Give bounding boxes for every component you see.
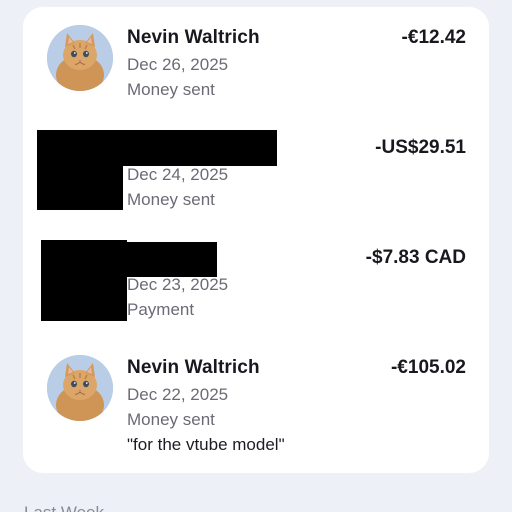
section-header-last-week: Last Week: [24, 503, 104, 512]
transaction-amount: -US$29.51: [375, 137, 466, 158]
transaction-type: Money sent: [127, 80, 215, 99]
transaction-amount: -€105.02: [390, 357, 466, 378]
redaction-block: [127, 242, 217, 277]
redaction-block: [123, 130, 277, 166]
transaction-row[interactable]: Nevin Waltrich Dec 22, 2025 Money sent "…: [23, 337, 489, 473]
transaction-amount: -$7.83 CAD: [365, 247, 466, 268]
transaction-type: Money sent: [127, 410, 215, 429]
transaction-date: Dec 26, 2025: [127, 55, 229, 74]
transaction-date: Dec 22, 2025: [127, 385, 229, 404]
cat-photo-avatar: [47, 355, 113, 421]
contact-name: Nevin Waltrich: [127, 357, 260, 378]
transaction-type: Payment: [127, 300, 195, 319]
transaction-date: Dec 23, 2025: [127, 275, 229, 294]
transaction-list-card: Nevin Waltrich Dec 26, 2025 Money sent -…: [23, 7, 489, 473]
transaction-row[interactable]: Nevin Waltrich Dec 26, 2025 Money sent -…: [23, 7, 489, 117]
transaction-amount: -€12.42: [401, 27, 466, 48]
transaction-note: "for the vtube model": [127, 435, 285, 454]
cat-photo-avatar: [47, 25, 113, 91]
redaction-block: [41, 240, 127, 321]
transaction-row[interactable]: Dec 23, 2025 Payment -$7.83 CAD: [23, 227, 489, 337]
transaction-type: Money sent: [127, 190, 215, 209]
transaction-date: Dec 24, 2025: [127, 165, 229, 184]
contact-name: Nevin Waltrich: [127, 27, 260, 48]
transaction-row[interactable]: Dec 24, 2025 Money sent -US$29.51: [23, 117, 489, 227]
redaction-block: [37, 130, 123, 210]
